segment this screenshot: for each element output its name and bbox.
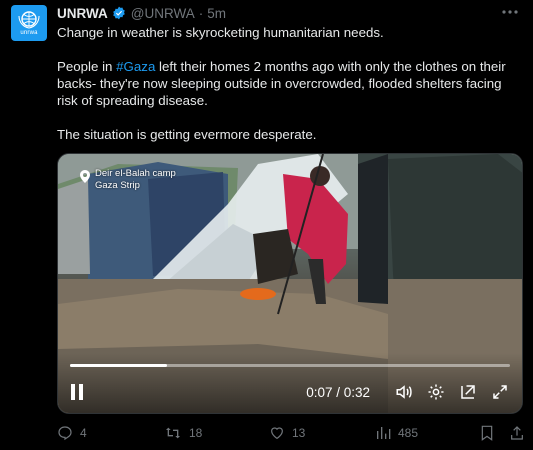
video-controls: 0:07 / 0:32 (58, 353, 522, 413)
views-button[interactable]: 485 (375, 425, 418, 441)
location-line-2: Gaza Strip (95, 180, 140, 191)
separator-dot: · (198, 5, 204, 21)
share-icon (511, 426, 523, 440)
views-icon (377, 427, 391, 439)
unrwa-logo-icon (18, 10, 40, 29)
location-line-1: Deir el-Balah camp (95, 168, 176, 179)
volume-icon[interactable] (394, 382, 414, 402)
bookmark-icon (481, 425, 493, 441)
video-player[interactable]: Deir el-Balah camp Gaza Strip 0:07 / 0:3… (57, 153, 523, 414)
tweet-header: UNRWA @UNRWA · 5m (57, 4, 226, 22)
play-icon[interactable] (70, 383, 86, 401)
repost-icon (166, 427, 180, 439)
reply-icon (58, 426, 72, 441)
like-icon (271, 427, 283, 440)
avatar-caption: unrwa (20, 29, 38, 36)
author-name[interactable]: UNRWA (57, 6, 108, 21)
avatar[interactable]: unrwa (11, 5, 47, 41)
hashtag-link[interactable]: #Gaza (116, 59, 155, 74)
tweet-line-2: People in #Gaza left their homes 2 month… (57, 58, 525, 109)
repost-button[interactable]: 18 (164, 425, 202, 441)
like-button[interactable]: 13 (269, 425, 305, 441)
verified-icon (112, 6, 126, 20)
view-count: 485 (398, 426, 419, 440)
reply-count: 4 (80, 426, 87, 440)
tweet-timestamp[interactable]: 5m (207, 6, 226, 21)
location-pin-icon (80, 170, 90, 183)
fullscreen-icon[interactable] (490, 382, 510, 402)
pip-icon[interactable] (458, 382, 478, 402)
tweet-line-1: Change in weather is skyrocketing humani… (57, 25, 384, 40)
progress-bar[interactable] (70, 364, 510, 367)
location-overlay: Deir el-Balah camp Gaza Strip (80, 168, 176, 192)
settings-icon[interactable] (426, 382, 446, 402)
more-icon[interactable] (501, 5, 519, 19)
share-button[interactable] (509, 425, 532, 441)
author-handle[interactable]: @UNRWA (131, 6, 195, 21)
tweet-line-2-pre: People in (57, 59, 117, 74)
tweet-line-3: The situation is getting evermore desper… (57, 127, 317, 142)
reply-button[interactable]: 4 (57, 425, 87, 441)
tweet-text: Change in weather is skyrocketing humani… (57, 24, 525, 143)
time-display: 0:07 / 0:32 (306, 384, 370, 400)
progress-fill (70, 364, 167, 367)
bookmark-button[interactable] (480, 425, 501, 441)
action-bar: 4 18 13 485 (57, 422, 529, 444)
repost-count: 18 (189, 426, 203, 440)
like-count: 13 (292, 426, 306, 440)
